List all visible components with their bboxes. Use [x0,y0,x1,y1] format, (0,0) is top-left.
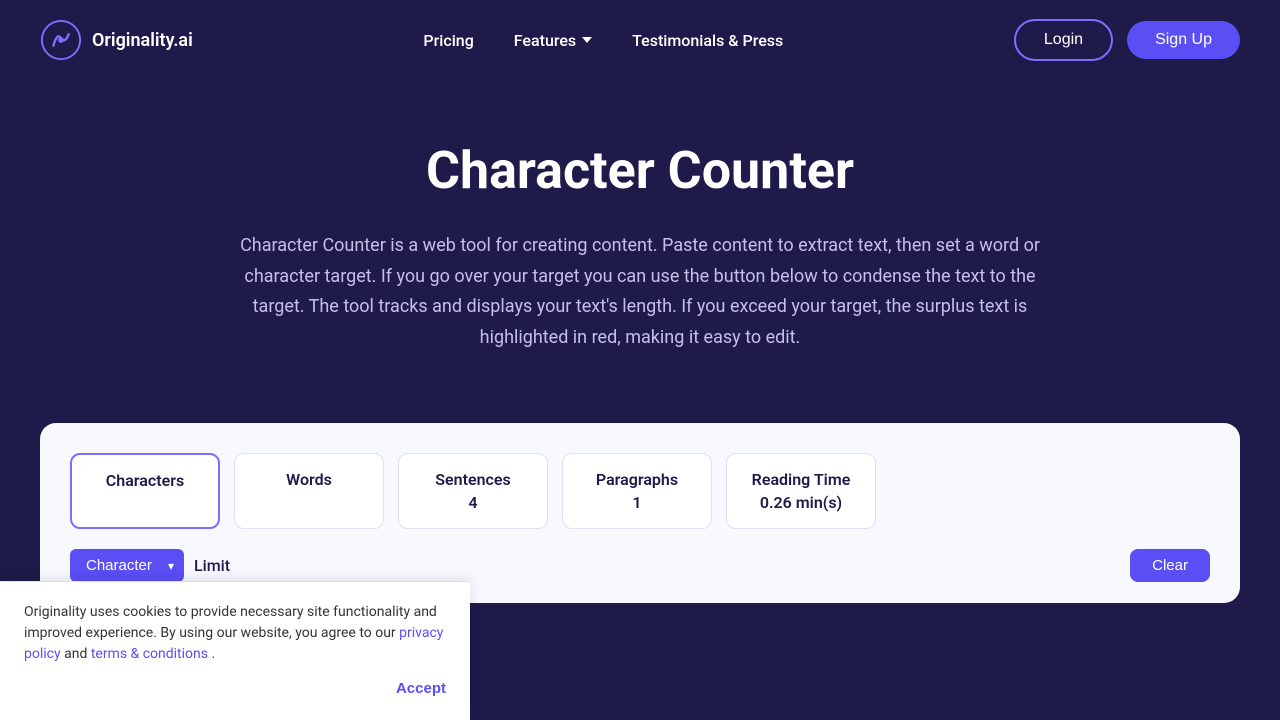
logo[interactable]: Originality.ai [40,19,193,61]
tool-section: Characters Words Sentences 4 Paragraphs … [40,423,1240,603]
hero-section: Character Counter Character Counter is a… [0,80,1280,393]
accept-button[interactable]: Accept [396,680,446,697]
limit-label: Limit [194,556,230,575]
stat-reading-time: Reading Time 0.26 min(s) [726,453,876,529]
stat-sentences: Sentences 4 [398,453,548,529]
stat-paragraphs-label: Paragraphs [587,470,687,489]
accept-button-wrapper: Accept [24,679,446,700]
cookie-banner: Originality uses cookies to provide nece… [0,581,470,720]
stat-characters: Characters [70,453,220,529]
nav-links: Pricing Features Testimonials & Press [423,31,783,50]
testimonials-link[interactable]: Testimonials & Press [632,31,783,50]
stat-sentences-value: 4 [423,493,523,512]
stat-sentences-label: Sentences [423,470,523,489]
login-button[interactable]: Login [1014,19,1113,61]
stats-row: Characters Words Sentences 4 Paragraphs … [70,453,1210,529]
nav-actions: Login Sign Up [1014,19,1240,61]
cookie-text: Originality uses cookies to provide nece… [24,604,437,641]
stat-words-label: Words [259,470,359,489]
pricing-link[interactable]: Pricing [423,31,473,50]
stat-characters-label: Characters [96,471,194,490]
terms-link[interactable]: terms & conditions [91,646,208,662]
page-title: Character Counter [20,140,1260,201]
navbar: Originality.ai Pricing Features Testimon… [0,0,1280,80]
stat-paragraphs: Paragraphs 1 [562,453,712,529]
character-select[interactable]: Character Word [70,549,184,582]
signup-button[interactable]: Sign Up [1127,21,1240,59]
clear-button[interactable]: Clear [1130,549,1210,582]
cookie-period: . [211,646,215,662]
logo-text: Originality.ai [92,30,193,51]
stat-reading-time-label: Reading Time [751,470,851,489]
stat-reading-time-value: 0.26 min(s) [751,493,851,512]
character-select-wrapper[interactable]: Character Word ▾ [70,549,184,582]
stat-paragraphs-value: 1 [587,493,687,512]
cookie-and-text: and [64,646,91,662]
chevron-down-icon [582,37,592,43]
hero-description: Character Counter is a web tool for crea… [220,231,1060,353]
features-link[interactable]: Features [514,31,592,50]
stat-words: Words [234,453,384,529]
